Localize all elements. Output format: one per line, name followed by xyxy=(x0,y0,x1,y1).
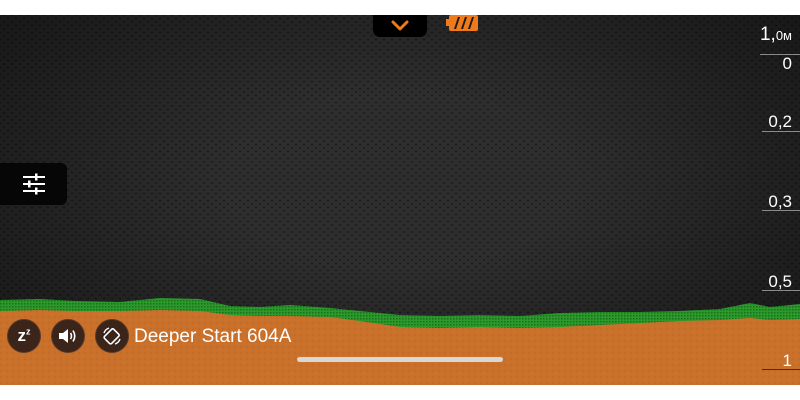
sliders-icon xyxy=(22,173,45,195)
scale-tick xyxy=(762,369,800,370)
scale-tick xyxy=(760,54,800,55)
sound-button[interactable] xyxy=(51,319,85,353)
sleep-label: z xyxy=(17,326,27,345)
scale-max-label: 1,0м xyxy=(760,24,792,46)
battery-icon xyxy=(446,15,478,31)
settings-button[interactable] xyxy=(0,163,67,205)
scale-label-3: 0,5 xyxy=(768,272,792,291)
rotate-button[interactable] xyxy=(95,319,129,353)
scale-max-value: 1, xyxy=(759,24,776,45)
scale-label-4: 1 xyxy=(782,351,792,370)
chevron-down-icon xyxy=(391,20,409,31)
scale-label-1: 0,2 xyxy=(768,112,792,131)
rotate-icon xyxy=(103,327,121,345)
home-indicator[interactable] xyxy=(297,357,503,362)
sleep-button[interactable]: zz xyxy=(7,319,41,353)
scale-label-2: 0,3 xyxy=(768,192,792,211)
collapse-button[interactable] xyxy=(373,15,427,37)
scale-unit: 0м xyxy=(775,28,792,43)
sleep-icon: zz xyxy=(18,326,31,346)
sleep-sup: z xyxy=(26,326,31,337)
speaker-icon xyxy=(59,329,76,343)
scale-label-0: 0 xyxy=(782,54,792,73)
device-name: Deeper Start 604A xyxy=(134,326,292,347)
